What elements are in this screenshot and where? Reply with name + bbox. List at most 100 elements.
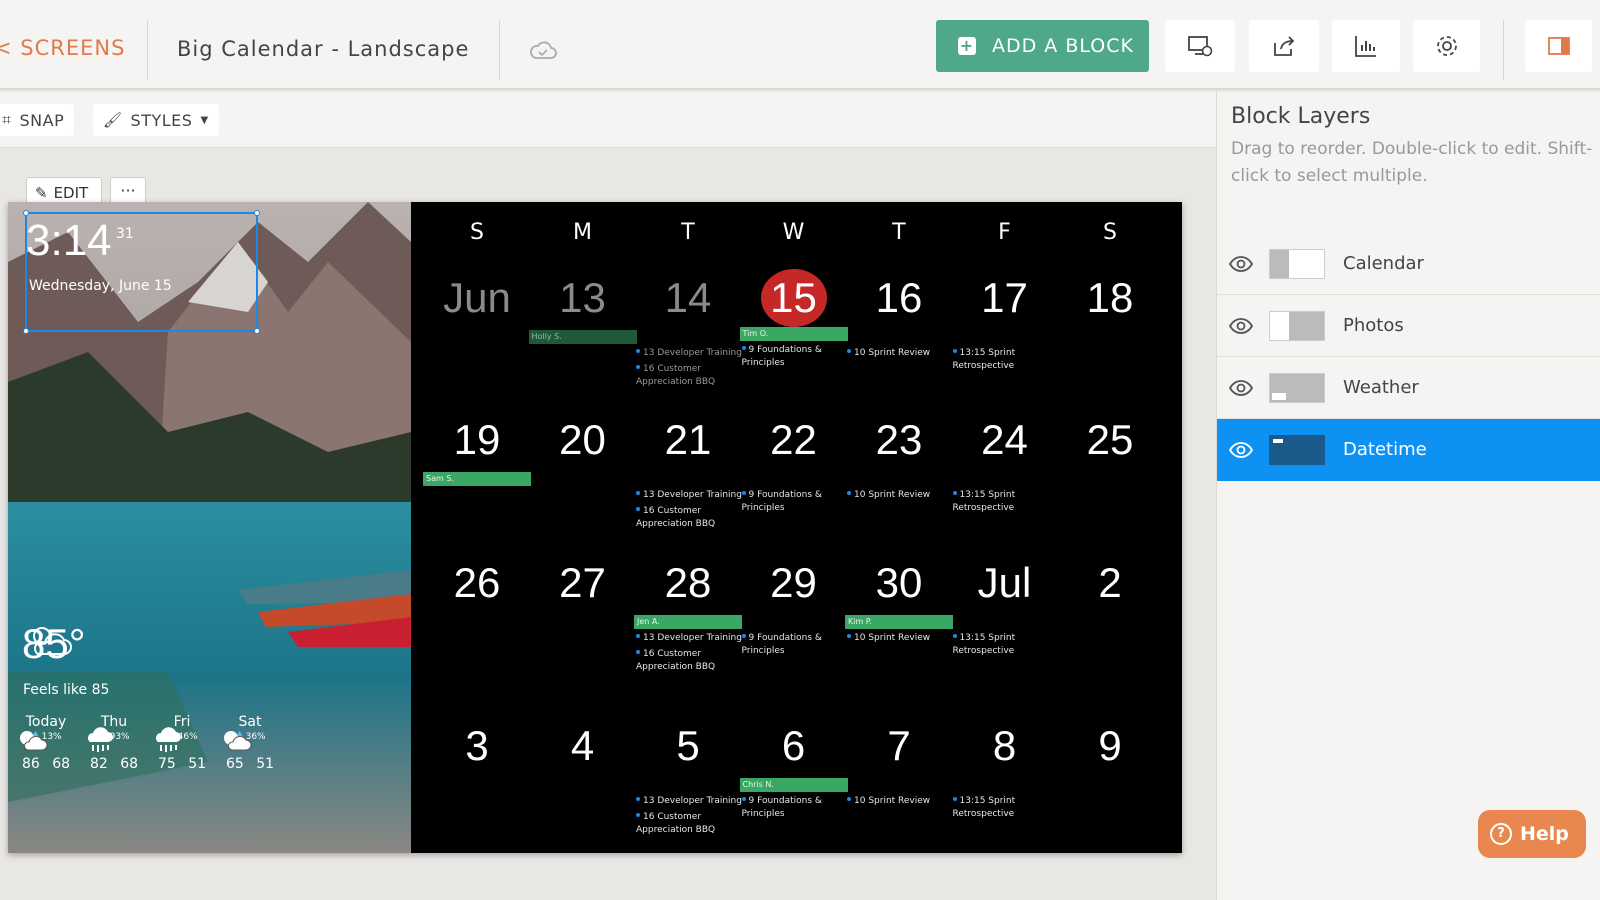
side-panel-icon [1547,37,1570,55]
styles-label: STYLES [130,110,193,130]
event-text: 13:15 Sprint Retrospective [952,796,1016,819]
event-text: 13 Developer Training [643,796,742,806]
divider [147,20,148,80]
event-text: 9 Foundations & Principles [741,633,822,656]
calendar-block[interactable]: S M T W T F S Jun 13 Holly S. 14 13 Developer Train… [411,202,1182,853]
day-number: 4 [570,722,595,769]
today-highlight: 15 [760,269,827,327]
top-bar: < SCREENS Big Calendar - Landscape + ADD… [0,0,1600,90]
screen-preview: 3:14 31 Wednesday, June 15 85° Feels lik… [8,202,1182,853]
add-block-button[interactable]: + ADD A BLOCK [936,20,1149,72]
event-dot-icon [847,349,851,353]
event-text: 16 Customer Appreciation BBQ [636,812,716,835]
snap-button[interactable]: ⌗ SNAP [0,104,75,136]
event-dot-icon [636,634,640,638]
eye-icon[interactable] [1229,317,1253,335]
rain-icon [156,727,181,752]
calendar-day: 18 [1056,272,1164,324]
event-text: 13:15 Sprint Retrospective [952,348,1016,371]
toggle-panel-button[interactable] [1525,20,1592,72]
calendar-event: 10 Sprint Review [845,347,953,360]
resize-handle[interactable] [23,328,29,334]
day-number: 27 [559,559,606,606]
eye-icon[interactable] [1229,379,1253,397]
event-dot-icon [636,797,640,801]
event-text: 10 Sprint Review [854,796,931,806]
allday-event-bar: Chris N. [739,778,848,792]
panel-title: Block Layers [1231,104,1371,129]
calendar-day: 28 Jen A. 13 Developer Training 16 Customer… [634,557,742,674]
layer-photos[interactable]: Photos [1217,295,1600,357]
calendar-day: 3 [423,720,531,772]
calendar-event: 10 Sprint Review [845,489,953,502]
help-button[interactable]: ? Help [1478,810,1586,858]
event-dot-icon [952,491,957,495]
event-text: 9 Foundations & Principles [741,796,822,819]
event-dot-icon [741,346,746,350]
allday-event-bar: Kim P. [845,615,953,629]
layer-calendar[interactable]: Calendar [1217,233,1600,295]
clock-date: Wednesday, June 15 [29,278,172,294]
share-button[interactable] [1249,20,1319,72]
layer-weather[interactable]: Weather [1217,357,1600,419]
weather-temperature: 85° [22,620,86,668]
photo-block[interactable]: 3:14 31 Wednesday, June 15 85° Feels lik… [8,202,411,853]
eye-icon[interactable] [1229,255,1253,273]
day-number: Jun [443,274,511,321]
calendar-day: 17 13:15 Sprint Retrospective [951,272,1059,373]
resize-handle[interactable] [254,210,260,216]
help-label: Help [1520,823,1569,845]
pencil-icon: ✎ [35,184,48,202]
event-text: 16 Customer Appreciation BBQ [636,364,716,387]
forecast-hilo: 86 68 [21,756,71,772]
allday-event-bar: Sam S. [423,472,531,486]
event-dot-icon [741,634,746,638]
day-number: 28 [664,559,712,606]
back-to-screens-link[interactable]: < SCREENS [0,36,125,60]
calendar-event: 13 Developer Training [634,489,742,502]
preview-device-button[interactable] [1165,20,1235,72]
calendar-day: 24 13:15 Sprint Retrospective [951,414,1059,515]
weekday-header: M [573,220,592,245]
event-text: 9 Foundations & Principles [741,490,822,513]
event-dot-icon [741,491,746,495]
event-dot-icon [636,650,640,654]
analytics-button[interactable] [1332,20,1400,72]
day-number: 24 [981,416,1028,463]
add-block-label: ADD A BLOCK [992,35,1134,57]
settings-button[interactable] [1413,20,1480,72]
calendar-day: 29 9 Foundations & Principles [740,557,848,658]
event-text: 16 Customer Appreciation BBQ [636,506,716,529]
resize-handle[interactable] [254,328,260,334]
layer-datetime[interactable]: Datetime [1217,419,1600,481]
styles-dropdown[interactable]: 🖌 STYLES ▼ [93,104,219,136]
allday-event-bar: Jen A. [634,615,742,629]
eye-icon[interactable] [1229,441,1253,459]
calendar-event: 10 Sprint Review [845,632,953,645]
layer-thumbnail [1269,310,1325,341]
weekday-header: S [470,220,484,245]
day-number: 29 [770,559,817,606]
divider [1503,20,1504,80]
day-number: 25 [1086,416,1134,463]
question-icon: ? [1490,823,1512,845]
rain-icon [88,727,113,752]
plus-icon: + [958,36,976,55]
calendar-event: 13:15 Sprint Retrospective [951,347,1059,373]
event-dot-icon [636,491,640,495]
forecast-day: Fri 💧46% 75 51 [150,714,214,772]
bar-chart-icon [1355,36,1376,57]
screen-title[interactable]: Big Calendar - Landscape [177,37,469,61]
calendar-event: 16 Customer Appreciation BBQ [634,505,742,531]
calendar-day: 20 [529,414,637,466]
calendar-event: 16 Customer Appreciation BBQ [634,811,742,837]
event-text: 13:15 Sprint Retrospective [952,490,1016,513]
event-dot-icon [847,634,851,638]
forecast-day: Thu 💧93% 82 68 [82,714,146,772]
calendar-day: 6 Chris N. 9 Foundations & Principles [739,720,848,821]
day-number: 3 [465,722,489,769]
calendar-day: Jun [423,272,531,324]
day-number: Jul [977,559,1032,606]
calendar-day: 8 13:15 Sprint Retrospective [951,720,1059,821]
layer-name: Datetime [1343,439,1427,460]
